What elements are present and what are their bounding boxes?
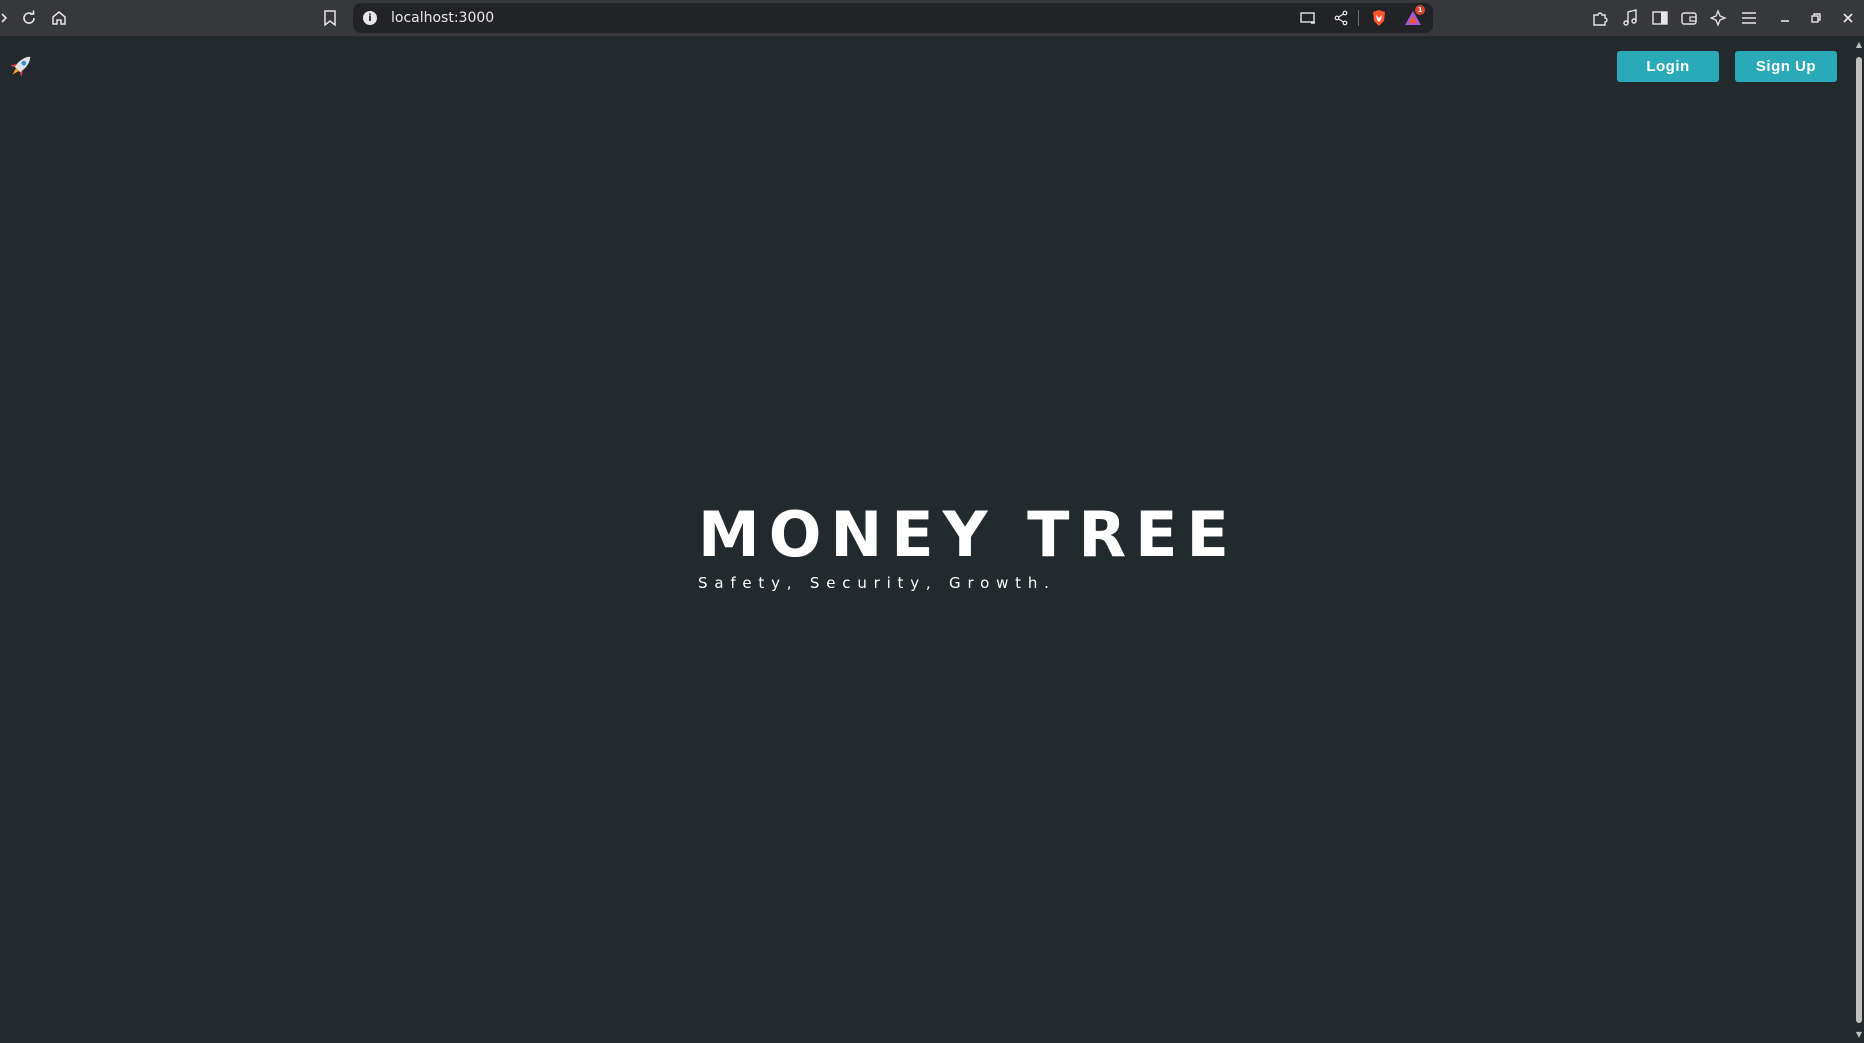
hero-subtitle: Safety, Security, Growth. [698, 574, 1056, 592]
login-button[interactable]: Login [1617, 51, 1719, 82]
home-icon[interactable] [47, 6, 71, 30]
bookmark-icon[interactable] [318, 6, 342, 30]
scrollbar-thumb[interactable] [1856, 57, 1862, 1023]
page-scrollbar[interactable]: ▲ ▼ [1854, 37, 1864, 1043]
browser-toolbar: i localhost:3000 1 [0, 0, 1864, 37]
cast-icon[interactable] [1298, 8, 1318, 28]
sparkle-icon[interactable] [1707, 6, 1731, 30]
hero-title: MONEY TREE [698, 498, 1238, 571]
wallet-icon[interactable] [1677, 6, 1701, 30]
restore-icon[interactable] [1804, 6, 1828, 30]
page-viewport: Login Sign Up MONEY TREE Safety, Securit… [0, 37, 1854, 1043]
sidebar-icon[interactable] [1648, 6, 1672, 30]
music-note-icon[interactable] [1618, 6, 1642, 30]
back-icon[interactable] [0, 6, 16, 30]
rocket-icon[interactable] [6, 51, 36, 81]
scroll-down-icon[interactable]: ▼ [1855, 1031, 1863, 1039]
puzzle-icon[interactable] [1588, 6, 1612, 30]
info-icon[interactable]: i [363, 11, 377, 25]
reload-icon[interactable] [17, 6, 41, 30]
minimize-icon[interactable] [1773, 6, 1797, 30]
notification-badge: 1 [1415, 5, 1425, 15]
address-bar[interactable]: i localhost:3000 1 [353, 3, 1433, 33]
lion-shield-icon[interactable] [1369, 8, 1389, 28]
toolbar-separator [1358, 10, 1359, 26]
hero-section: MONEY TREE Safety, Security, Growth. [698, 497, 1238, 593]
signup-button[interactable]: Sign Up [1735, 51, 1837, 82]
url-text[interactable]: localhost:3000 [391, 9, 494, 27]
hamburger-menu-icon[interactable] [1737, 6, 1761, 30]
triangle-rewards-icon[interactable]: 1 [1403, 5, 1425, 28]
close-icon[interactable] [1836, 6, 1860, 30]
scroll-up-icon[interactable]: ▲ [1855, 41, 1863, 49]
share-icon[interactable] [1331, 8, 1351, 28]
